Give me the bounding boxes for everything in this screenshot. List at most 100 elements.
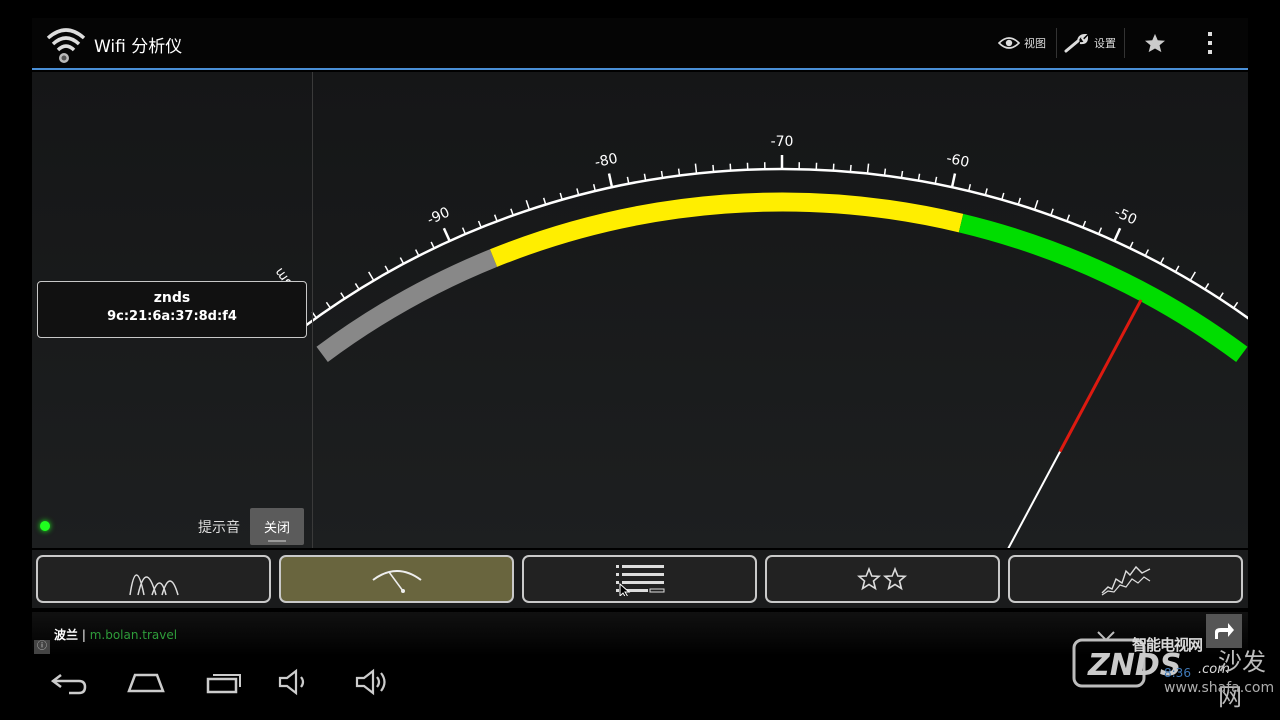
gauge-tick <box>883 168 887 176</box>
gauge-label: -80 <box>593 151 619 171</box>
overflow-menu-button[interactable] <box>1206 26 1214 60</box>
gauge-tick <box>542 197 547 205</box>
ad-title: 波兰 <box>54 628 79 642</box>
gauge-tick <box>1097 227 1103 235</box>
gauge-tick <box>849 164 852 172</box>
gauge-zone-2 <box>958 213 1248 363</box>
gauge-tick <box>477 220 482 228</box>
back-icon <box>51 674 87 695</box>
wrench-icon <box>1064 33 1089 53</box>
more-vert-icon <box>1208 32 1212 54</box>
gauge-tick <box>1144 249 1150 257</box>
view-menu-button[interactable]: 视图 <box>998 26 1046 60</box>
divider <box>1056 28 1057 58</box>
volume-down-button[interactable] <box>272 666 316 698</box>
time-graph-icon <box>1101 565 1150 596</box>
divider <box>1124 28 1125 58</box>
gauge-label: -70 <box>771 134 794 150</box>
tab-time-graph[interactable] <box>1008 555 1243 603</box>
gauge-tick <box>1159 257 1165 265</box>
gauge-tick <box>399 257 405 265</box>
gauge-needle <box>1007 451 1061 548</box>
gauge-tick <box>900 170 904 179</box>
gauge-zone-0 <box>316 249 498 363</box>
gauge-tick <box>414 249 420 257</box>
gauge-tick <box>525 200 531 210</box>
gauge-tick <box>950 173 957 188</box>
clock-time: 8:36 <box>1164 666 1191 680</box>
volume-up-button[interactable] <box>350 666 394 698</box>
gauge-tick <box>510 208 514 216</box>
signal-meter-icon <box>371 570 422 593</box>
gauge-tick <box>368 271 375 281</box>
tab-signal-meter[interactable] <box>279 555 514 603</box>
side-panel: znds 9c:21:6a:37:8d:f4 提示音 关闭 <box>32 72 313 548</box>
ad-info-icon[interactable]: ⓘ <box>34 640 50 654</box>
alert-tone-toggle[interactable]: 关闭 <box>250 508 304 545</box>
gauge-tick <box>592 184 597 192</box>
status-led <box>40 521 50 531</box>
gauge-tick <box>493 214 498 222</box>
wifi-app-icon[interactable] <box>42 24 90 64</box>
gauge-tick <box>866 163 870 174</box>
volume-down-icon <box>278 668 305 696</box>
gauge-tick <box>354 283 360 290</box>
favorite-button[interactable] <box>1144 26 1166 60</box>
meter-content: -100-90-80-70-60-50-40dBm znds 9c:21:6a:… <box>32 72 1248 548</box>
alert-tone-label: 提示音 <box>198 520 240 536</box>
ad-separator: | <box>81 628 86 642</box>
screen: Wifi 分析仪 视图 设置 -90 -80 -70 -60 -50 znds … <box>0 0 1280 720</box>
tab-channel-rating[interactable] <box>765 555 1000 603</box>
gauge-needle-tip <box>1058 299 1143 453</box>
gauge-tick <box>442 227 451 242</box>
ad-info-glyph: ⓘ <box>37 641 47 652</box>
watermark-brand: 沙发网 <box>1218 648 1266 711</box>
gauge-tick <box>694 163 698 174</box>
gauge-tick <box>1218 292 1224 299</box>
recent-apps-icon <box>206 674 241 694</box>
gauge-tick <box>559 192 563 200</box>
gauge-tick <box>967 184 972 192</box>
gauge-tick <box>461 227 467 235</box>
tab-ap-list[interactable] <box>522 555 757 603</box>
ad-banner[interactable]: 波兰 | m.bolan.travel ⓘ <box>32 612 1248 656</box>
gauge-tick <box>576 188 580 196</box>
ap-ssid: znds <box>153 290 191 306</box>
gauge-tick <box>430 241 435 249</box>
gauge-tick <box>1204 283 1210 290</box>
view-tab-bar <box>32 550 1248 608</box>
gauge-tick <box>677 168 681 176</box>
tab-channel-graph[interactable] <box>36 555 271 603</box>
gauge-label: -50 <box>1112 204 1139 228</box>
settings-label: 设置 <box>1094 37 1116 50</box>
channel-graph-icon <box>128 574 179 596</box>
back-button[interactable] <box>48 666 92 698</box>
gauge-tick <box>1233 301 1239 309</box>
gauge-tick <box>607 173 614 188</box>
recent-apps-button[interactable] <box>202 666 246 698</box>
gauge-tick <box>712 164 715 172</box>
gauge-tick <box>1174 265 1180 273</box>
ad-text[interactable]: 波兰 | m.bolan.travel <box>54 626 177 643</box>
gauge-tick <box>984 188 988 196</box>
watermark-site: www.shafa.com <box>1164 680 1275 696</box>
gauge-tick <box>340 292 346 299</box>
action-bar: Wifi 分析仪 视图 设置 <box>32 18 1248 70</box>
ap-mac-address: 9c:21:6a:37:8d:f4 <box>107 309 237 324</box>
list-icon <box>615 565 664 596</box>
gauge-tick <box>1066 214 1071 222</box>
volume-up-icon <box>355 668 386 696</box>
gauge-tick <box>1189 271 1196 281</box>
star-icon <box>1145 33 1165 53</box>
settings-button[interactable]: 设置 <box>1064 26 1116 60</box>
alert-tone-toggle-label: 关闭 <box>263 521 290 536</box>
home-icon <box>127 673 165 693</box>
gauge-label: -90 <box>425 204 452 228</box>
stars-icon <box>856 567 907 591</box>
gauge-tick <box>1082 220 1087 228</box>
access-point-card[interactable]: znds 9c:21:6a:37:8d:f4 <box>37 281 307 338</box>
gauge-tick <box>1050 208 1054 216</box>
gauge-zone-1 <box>489 192 964 267</box>
home-button[interactable] <box>124 666 168 698</box>
watermark: 智能电视网 ZNDS .com 8:36 沙发网 www.shafa.com <box>1068 618 1275 711</box>
